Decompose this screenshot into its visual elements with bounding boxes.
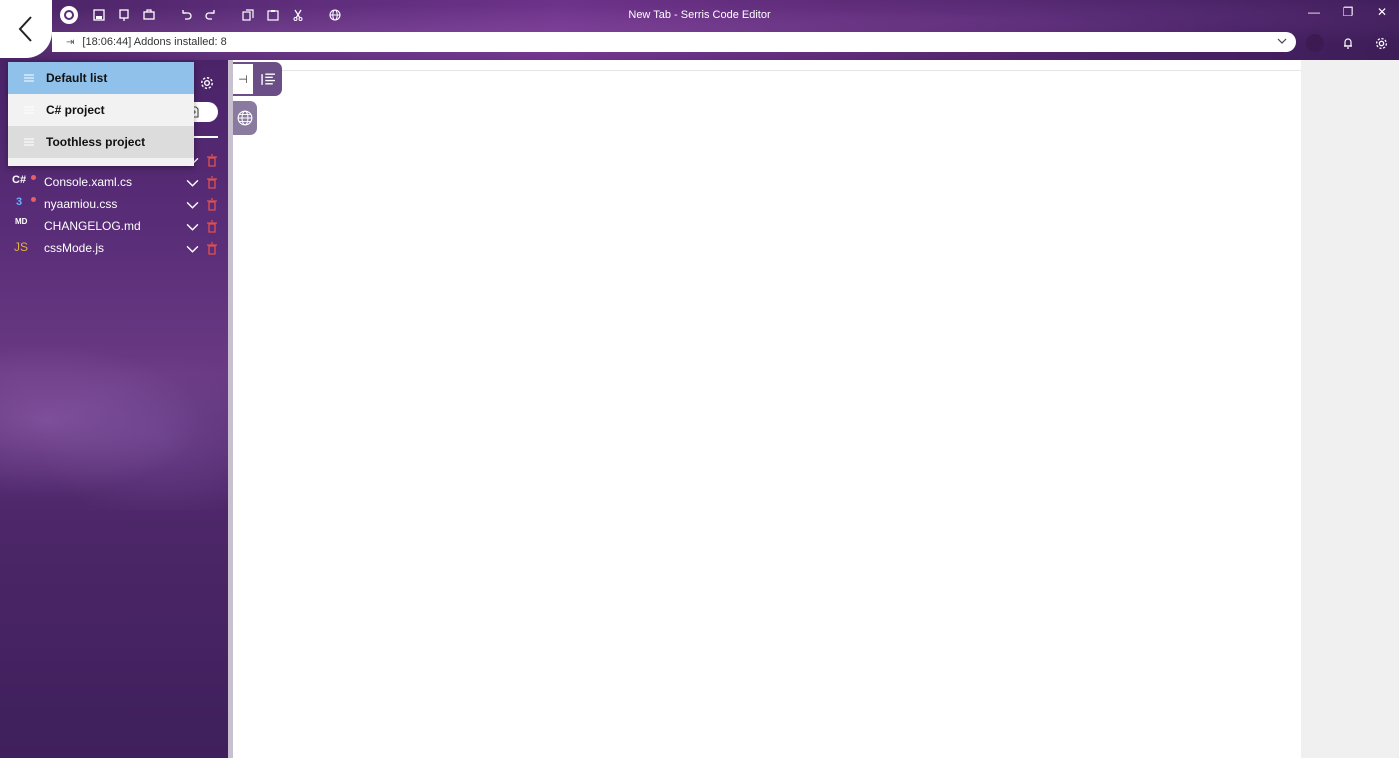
save-icon[interactable]: [90, 6, 108, 24]
save-all-icon[interactable]: [115, 6, 133, 24]
list-settings-icon[interactable]: [200, 76, 214, 90]
file-name: cssMode.js: [44, 241, 105, 255]
toolbar: [60, 6, 351, 24]
file-item[interactable]: MD CHANGELOG.md: [0, 215, 228, 237]
delete-icon[interactable]: [206, 219, 218, 233]
pin-icon: ⇥: [66, 36, 75, 48]
pin-sidebar-button[interactable]: ⊣: [233, 64, 253, 94]
chevron-down-icon[interactable]: [186, 176, 199, 189]
list-item-toothless-project[interactable]: Toothless project: [8, 126, 194, 158]
right-panel: [1301, 60, 1399, 758]
delete-icon[interactable]: [206, 175, 218, 189]
save-as-icon[interactable]: [140, 6, 158, 24]
chevron-down-icon[interactable]: [186, 220, 199, 233]
minimize-button[interactable]: —: [1297, 0, 1331, 24]
editor-area[interactable]: [233, 60, 1301, 758]
list-view-button[interactable]: [257, 68, 279, 90]
window-controls: — ❐ ✕: [1297, 0, 1399, 24]
delete-icon[interactable]: [206, 197, 218, 211]
markdown-icon: MD: [15, 217, 28, 226]
app-logo-icon[interactable]: [60, 6, 78, 24]
file-item[interactable]: JS cssMode.js: [0, 237, 228, 259]
globe-icon[interactable]: [326, 6, 344, 24]
list-icon: [260, 72, 275, 85]
header-actions: [1292, 33, 1391, 53]
list-item-csharp-project[interactable]: C# project: [8, 94, 194, 126]
copy-icon[interactable]: [239, 6, 257, 24]
back-button[interactable]: [0, 0, 52, 58]
delete-icon[interactable]: [206, 153, 218, 167]
web-preview-button[interactable]: [233, 101, 257, 135]
file-name: nyaamiou.css: [44, 197, 118, 211]
list-icon: [24, 138, 34, 146]
cut-icon[interactable]: [289, 6, 307, 24]
javascript-icon: JS: [14, 240, 29, 254]
list-item-default[interactable]: Default list: [8, 62, 194, 94]
file-name: Console.xaml.cs: [44, 175, 133, 189]
globe-icon: [237, 110, 253, 126]
gear-icon[interactable]: [1371, 33, 1391, 53]
chevron-down-icon[interactable]: [186, 198, 199, 211]
file-item[interactable]: C# Console.xaml.cs: [0, 171, 228, 193]
status-bar[interactable]: ⇥ [18:06:44] Addons installed: 8: [52, 32, 1296, 52]
redo-icon[interactable]: [202, 6, 220, 24]
avatar[interactable]: [1305, 33, 1325, 53]
list-icon: [24, 74, 34, 82]
restore-button[interactable]: ❐: [1331, 0, 1365, 24]
chevron-left-icon: [18, 16, 32, 42]
editor-tab-divider: [233, 70, 1301, 71]
undo-icon[interactable]: [177, 6, 195, 24]
bell-icon[interactable]: [1338, 33, 1358, 53]
status-text: [18:06:44] Addons installed: 8: [82, 36, 227, 48]
lists-menu: Default list C# project Toothless projec…: [8, 62, 194, 166]
file-item[interactable]: 3 nyaamiou.css: [0, 193, 228, 215]
chevron-down-icon[interactable]: [186, 242, 199, 255]
side-tabs: ⊣: [233, 62, 282, 96]
file-name: CHANGELOG.md: [44, 219, 141, 233]
close-button[interactable]: ✕: [1365, 0, 1399, 24]
chevron-down-icon[interactable]: [1276, 35, 1288, 47]
delete-icon[interactable]: [206, 241, 218, 255]
list-icon: [24, 106, 34, 114]
paste-icon[interactable]: [264, 6, 282, 24]
